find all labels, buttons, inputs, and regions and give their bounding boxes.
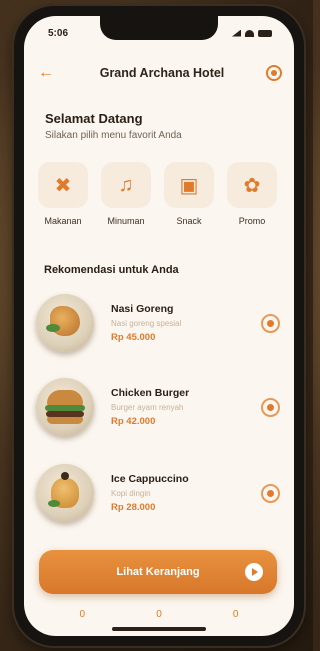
category-snack[interactable]: ▣ Snack (164, 162, 214, 226)
snack-icon: ▣ (164, 162, 214, 208)
tab-item[interactable]: 0 (156, 609, 162, 620)
notch (100, 16, 218, 40)
item-info: Nasi Goreng Nasi goreng spesial Rp 45.00… (111, 303, 261, 343)
category-promo[interactable]: ✿ Promo (227, 162, 277, 226)
arrow-left-icon[interactable]: ← (38, 64, 58, 82)
item-description: Nasi goreng spesial (111, 319, 182, 328)
category-label: Snack (176, 216, 202, 226)
item-price: Rp 28.000 (111, 502, 156, 513)
category-minuman[interactable]: ♫ Minuman (101, 162, 151, 226)
wifi-icon (245, 29, 254, 37)
category-label: Makanan (44, 216, 82, 226)
bottom-tab-bar: 0 0 0 (24, 604, 294, 624)
list-item[interactable]: Nasi Goreng Nasi goreng spesial Rp 45.00… (36, 286, 284, 360)
view-cart-label: Lihat Keranjang (116, 566, 200, 578)
item-name: Nasi Goreng (111, 303, 174, 315)
item-info: Chicken Burger Burger ayam renyah Rp 42.… (111, 387, 261, 427)
item-description: Burger ayam renyah (111, 403, 184, 412)
status-icons (232, 29, 272, 37)
item-description: Kopi dingin (111, 489, 151, 498)
item-info: Ice Cappuccino Kopi dingin Rp 28.000 (111, 473, 261, 513)
add-item-button[interactable] (261, 483, 280, 503)
status-time: 5:06 (48, 27, 69, 39)
food-image (36, 294, 94, 352)
category-label: Promo (238, 216, 266, 226)
app-screen: 5:06 ← Grand Archana Hotel Selamat Datan… (24, 16, 294, 636)
category-list: ✖ Makanan ♫ Minuman ▣ Snack ✿ Promo (38, 162, 294, 226)
category-label: Minuman (107, 216, 145, 226)
tab-item[interactable]: 0 (80, 609, 86, 620)
food-image (36, 464, 94, 522)
utensils-icon: ✖ (38, 162, 88, 208)
app-header: ← Grand Archana Hotel (24, 58, 294, 88)
add-item-button[interactable] (261, 397, 280, 417)
item-name: Ice Cappuccino (111, 473, 189, 485)
view-cart-button[interactable]: Lihat Keranjang (39, 550, 277, 594)
tab-item[interactable]: 0 (233, 609, 239, 620)
signal-icon (232, 29, 241, 37)
battery-icon (258, 29, 272, 37)
greeting-subtitle: Silakan pilih menu favorit Anda (45, 130, 182, 141)
arrow-right-icon (245, 563, 263, 581)
add-item-button[interactable] (261, 313, 280, 333)
page-title: Grand Archana Hotel (99, 66, 225, 80)
food-image (36, 378, 94, 436)
home-indicator (112, 627, 206, 631)
category-makanan[interactable]: ✖ Makanan (38, 162, 88, 226)
settings-icon[interactable] (266, 65, 282, 81)
phone-frame: 5:06 ← Grand Archana Hotel Selamat Datan… (14, 6, 304, 646)
item-name: Chicken Burger (111, 387, 190, 399)
greeting: Selamat Datang Silakan pilih menu favori… (45, 111, 182, 141)
item-price: Rp 42.000 (111, 416, 156, 427)
chef-hat-icon: ♫ (101, 162, 151, 208)
list-item[interactable]: Ice Cappuccino Kopi dingin Rp 28.000 (36, 456, 284, 530)
item-price: Rp 45.000 (111, 332, 156, 343)
greeting-title: Selamat Datang (45, 111, 143, 126)
recommendations-title: Rekomendasi untuk Anda (44, 264, 179, 276)
promo-icon: ✿ (227, 162, 277, 208)
list-item[interactable]: Chicken Burger Burger ayam renyah Rp 42.… (36, 370, 284, 444)
